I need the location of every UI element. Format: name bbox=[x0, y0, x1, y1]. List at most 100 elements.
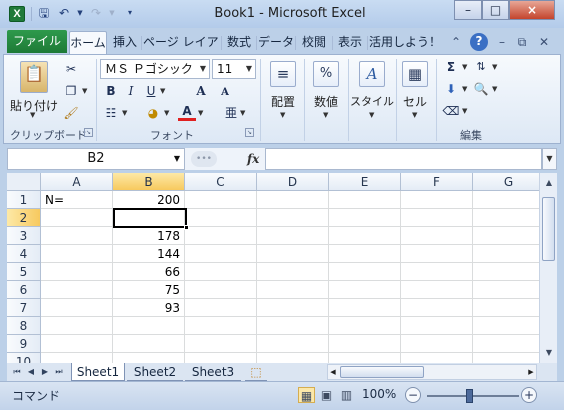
close-button[interactable]: × bbox=[509, 0, 555, 20]
table-cell[interactable] bbox=[401, 335, 473, 353]
table-cell[interactable] bbox=[473, 209, 539, 227]
first-sheet-icon[interactable]: ⏮ bbox=[11, 365, 23, 379]
table-cell[interactable] bbox=[401, 353, 473, 363]
page-layout-view-icon[interactable]: ▣ bbox=[318, 387, 335, 403]
insert-function-button[interactable]: fx bbox=[247, 150, 263, 168]
customize-toolbar-icon[interactable]: ▾ bbox=[122, 5, 138, 21]
table-cell[interactable] bbox=[257, 227, 329, 245]
table-cell[interactable] bbox=[257, 263, 329, 281]
find-select-icon[interactable]: 🔍 bbox=[472, 81, 490, 97]
save-icon[interactable]: 🖫 bbox=[36, 5, 52, 21]
table-cell[interactable] bbox=[473, 191, 539, 209]
table-cell[interactable] bbox=[401, 317, 473, 335]
table-cell[interactable] bbox=[401, 263, 473, 281]
table-cell[interactable] bbox=[257, 335, 329, 353]
last-sheet-icon[interactable]: ⏭ bbox=[53, 365, 65, 379]
font-color-button[interactable]: A bbox=[178, 103, 196, 121]
column-header-f[interactable]: F bbox=[401, 173, 473, 191]
maximize-button[interactable]: □ bbox=[482, 0, 509, 20]
table-cell[interactable] bbox=[401, 281, 473, 299]
sort-filter-icon[interactable]: ⇅ bbox=[472, 59, 490, 75]
chevron-down-icon[interactable]: ▼ bbox=[462, 107, 467, 115]
clear-icon[interactable]: ⌫ bbox=[442, 103, 460, 119]
row-header[interactable]: 10 bbox=[7, 353, 41, 363]
chevron-down-icon[interactable]: ▼ bbox=[160, 87, 165, 95]
tab-data[interactable]: データ bbox=[258, 31, 294, 54]
table-cell[interactable]: 178 bbox=[113, 227, 185, 245]
styles-button[interactable]: A スタイル ▼ bbox=[350, 59, 394, 125]
tab-addin[interactable]: 活用しよう！：すべて bbox=[369, 31, 443, 54]
table-cell[interactable] bbox=[401, 227, 473, 245]
fill-handle[interactable] bbox=[184, 225, 189, 230]
table-cell[interactable] bbox=[185, 317, 257, 335]
table-cell[interactable] bbox=[473, 299, 539, 317]
chevron-down-icon[interactable]: ▼ bbox=[240, 109, 245, 117]
table-cell[interactable] bbox=[401, 245, 473, 263]
tab-view[interactable]: 表示 bbox=[334, 31, 366, 54]
table-cell[interactable] bbox=[473, 227, 539, 245]
vertical-scrollbar[interactable]: ▲ ▼ bbox=[539, 173, 557, 363]
table-cell[interactable] bbox=[113, 317, 185, 335]
row-header[interactable]: 9 bbox=[7, 335, 41, 353]
horizontal-scroll-thumb[interactable] bbox=[340, 366, 424, 378]
table-cell[interactable] bbox=[185, 353, 257, 363]
table-cell[interactable] bbox=[41, 335, 113, 353]
table-cell[interactable] bbox=[329, 245, 401, 263]
table-cell[interactable] bbox=[473, 245, 539, 263]
table-cell[interactable] bbox=[113, 335, 185, 353]
zoom-out-button[interactable]: − bbox=[405, 387, 421, 403]
table-cell[interactable] bbox=[41, 353, 113, 363]
workbook-minimize-icon[interactable]: – bbox=[494, 34, 510, 50]
table-cell[interactable] bbox=[473, 353, 539, 363]
horizontal-scrollbar[interactable]: ◀ ▶ bbox=[327, 364, 537, 380]
table-cell[interactable] bbox=[41, 299, 113, 317]
table-cell[interactable] bbox=[401, 191, 473, 209]
zoom-slider-track[interactable] bbox=[427, 395, 519, 397]
cut-icon[interactable]: ✂ bbox=[62, 61, 80, 77]
table-cell[interactable]: 75 bbox=[113, 281, 185, 299]
minimize-button[interactable]: – bbox=[454, 0, 482, 20]
fill-color-icon[interactable]: ◕ bbox=[144, 105, 162, 121]
table-cell[interactable]: N= bbox=[41, 191, 113, 209]
row-header[interactable]: 3 bbox=[7, 227, 41, 245]
table-cell[interactable] bbox=[185, 227, 257, 245]
table-cell[interactable]: 93 bbox=[113, 299, 185, 317]
table-cell[interactable] bbox=[473, 263, 539, 281]
row-header[interactable]: 7 bbox=[7, 299, 41, 317]
minimize-ribbon-icon[interactable]: ⌃ bbox=[448, 34, 464, 50]
row-header[interactable]: 6 bbox=[7, 281, 41, 299]
table-cell[interactable] bbox=[41, 227, 113, 245]
table-cell[interactable]: 200 bbox=[113, 191, 185, 209]
chevron-down-icon[interactable]: ▼ bbox=[82, 87, 87, 95]
table-cell[interactable] bbox=[185, 263, 257, 281]
tab-page-layout[interactable]: ページ レイアウト bbox=[143, 31, 220, 54]
chevron-down-icon[interactable]: ▼ bbox=[462, 85, 467, 93]
column-header-g[interactable]: G bbox=[473, 173, 539, 191]
table-cell[interactable] bbox=[257, 209, 329, 227]
chevron-down-icon[interactable]: ▼ bbox=[198, 109, 203, 117]
table-cell[interactable] bbox=[185, 209, 257, 227]
table-cell[interactable] bbox=[473, 335, 539, 353]
table-cell[interactable] bbox=[473, 317, 539, 335]
next-sheet-icon[interactable]: ▶ bbox=[39, 365, 51, 379]
row-header[interactable]: 1 bbox=[7, 191, 41, 209]
tab-home[interactable]: ホーム bbox=[69, 31, 107, 54]
shrink-font-button[interactable]: A bbox=[216, 85, 234, 101]
sheet-tab-sheet2[interactable]: Sheet2 bbox=[127, 363, 183, 381]
chevron-down-icon[interactable]: ▼ bbox=[492, 85, 497, 93]
font-name-select[interactable]: ＭＳ Ｐゴシック ▼ bbox=[100, 59, 210, 79]
table-cell[interactable] bbox=[329, 209, 401, 227]
clipboard-launcher-icon[interactable]: ↘ bbox=[84, 128, 93, 137]
font-size-select[interactable]: 11 ▼ bbox=[212, 59, 256, 79]
table-cell[interactable] bbox=[185, 245, 257, 263]
table-cell[interactable] bbox=[185, 191, 257, 209]
tab-insert[interactable]: 挿入 bbox=[110, 31, 140, 54]
tab-file[interactable]: ファイル bbox=[7, 30, 67, 53]
table-cell[interactable] bbox=[257, 317, 329, 335]
column-header-c[interactable]: C bbox=[185, 173, 257, 191]
table-cell[interactable] bbox=[329, 281, 401, 299]
zoom-slider-thumb[interactable] bbox=[466, 389, 473, 403]
help-icon[interactable]: ? bbox=[470, 33, 488, 51]
insert-sheet-icon[interactable]: ⬚ bbox=[245, 363, 267, 381]
table-cell[interactable] bbox=[257, 299, 329, 317]
